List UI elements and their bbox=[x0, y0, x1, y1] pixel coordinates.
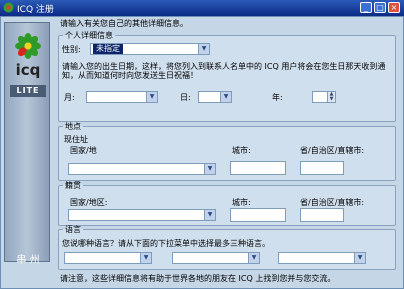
origin-city-input[interactable] bbox=[230, 208, 286, 222]
footer-note: 请注意，这些详细信息将有助于世界各地的朋友在 ICQ 上找到您并与您交流。 bbox=[60, 274, 336, 283]
birthday-note: 请输入您的出生日期，这样，将您列入到联系人名单中的 ICQ 用户将会在您生日那天… bbox=[62, 62, 386, 80]
close-button[interactable]: × bbox=[388, 2, 400, 13]
location-city-label: 城市: bbox=[232, 146, 251, 155]
chevron-down-icon: ▼ bbox=[204, 210, 215, 220]
chevron-down-icon: ▼ bbox=[204, 164, 215, 174]
spin-down-icon[interactable]: ▼ bbox=[330, 96, 334, 102]
year-spinner[interactable]: ▲ ▼ bbox=[312, 91, 336, 103]
personal-details-legend: 个人详细信息 bbox=[65, 31, 113, 40]
year-label: 年: bbox=[272, 93, 283, 102]
sidebar: icq LITE 串 州 bbox=[4, 22, 50, 266]
intro-text: 请输入有关您自己的其他详细信息。 bbox=[60, 19, 188, 28]
language-question: 您说哪种语言？请从下面的下拉菜单中选择最多三种语言。 bbox=[62, 239, 270, 248]
location-state-label: 省/自治区/直辖市: bbox=[300, 146, 365, 155]
origin-state-input[interactable] bbox=[300, 208, 344, 222]
gender-label: 性别: bbox=[62, 45, 81, 54]
title-bar: ICQ 注册 _ □ × bbox=[0, 0, 404, 16]
gender-select[interactable]: 未指定 ▼ bbox=[90, 43, 210, 55]
origin-state-label: 省/自治区/直辖市: bbox=[300, 198, 365, 207]
main-content: 请输入有关您自己的其他详细信息。 个人详细信息 性别: 未指定 ▼ 请输入您的出… bbox=[56, 16, 400, 289]
chevron-down-icon: ▼ bbox=[354, 253, 365, 263]
icq-flower-icon bbox=[3, 2, 14, 13]
minimize-button[interactable]: _ bbox=[360, 2, 372, 13]
chevron-down-icon: ▼ bbox=[140, 253, 151, 263]
window-title: ICQ 注册 bbox=[17, 5, 54, 15]
month-select[interactable]: ▼ bbox=[86, 91, 158, 103]
brand-text: 串 州 bbox=[16, 255, 40, 266]
chevron-down-icon: ▼ bbox=[198, 44, 209, 54]
spin-arrows-icon: ▲ ▼ bbox=[327, 92, 335, 102]
origin-city-label: 城市: bbox=[232, 198, 251, 207]
chevron-down-icon: ▼ bbox=[220, 92, 231, 102]
lite-badge: LITE bbox=[10, 85, 46, 97]
current-address-label: 现住址 bbox=[64, 135, 88, 144]
maximize-button[interactable]: □ bbox=[374, 2, 386, 13]
location-state-input[interactable] bbox=[300, 161, 344, 175]
location-country-select[interactable]: ▼ bbox=[68, 163, 216, 175]
origin-legend: 籍贯 bbox=[65, 181, 81, 190]
chevron-down-icon: ▼ bbox=[146, 92, 157, 102]
day-select[interactable]: ▼ bbox=[198, 91, 232, 103]
language-select-2[interactable]: ▼ bbox=[172, 252, 260, 264]
language-legend: 语言 bbox=[65, 225, 81, 234]
language-select-1[interactable]: ▼ bbox=[64, 252, 152, 264]
month-label: 月: bbox=[64, 93, 75, 102]
origin-country-select[interactable]: ▼ bbox=[68, 209, 216, 221]
location-legend: 地点 bbox=[65, 122, 81, 131]
origin-country-label: 国家/地区: bbox=[70, 198, 108, 207]
day-label: 日: bbox=[180, 93, 191, 102]
icq-flower-icon bbox=[15, 33, 41, 59]
gender-value: 未指定 bbox=[93, 44, 123, 54]
language-select-3[interactable]: ▼ bbox=[278, 252, 366, 264]
location-city-input[interactable] bbox=[230, 161, 286, 175]
logo-text: icq bbox=[15, 61, 41, 79]
chevron-down-icon: ▼ bbox=[248, 253, 259, 263]
location-country-label: 国家/地 bbox=[70, 146, 97, 155]
